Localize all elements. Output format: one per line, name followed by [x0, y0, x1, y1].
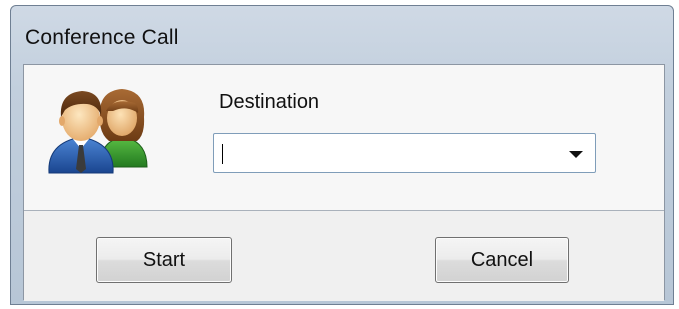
dialog-body: Destination Start Cancel [23, 64, 665, 301]
destination-label: Destination [219, 91, 320, 113]
conference-call-window: Conference Call Destination Start Cancel [10, 5, 674, 305]
chevron-down-icon[interactable] [557, 134, 595, 172]
button-panel: Start Cancel [24, 211, 664, 301]
title-bar[interactable]: Conference Call [11, 6, 673, 64]
users-icon [48, 89, 148, 174]
text-cursor [222, 144, 223, 164]
start-button[interactable]: Start [96, 237, 232, 283]
window-title: Conference Call [25, 26, 179, 49]
destination-panel: Destination [24, 65, 664, 211]
cancel-button[interactable]: Cancel [435, 237, 569, 283]
dropdown-arrow [569, 151, 583, 158]
destination-combobox[interactable] [213, 133, 596, 173]
